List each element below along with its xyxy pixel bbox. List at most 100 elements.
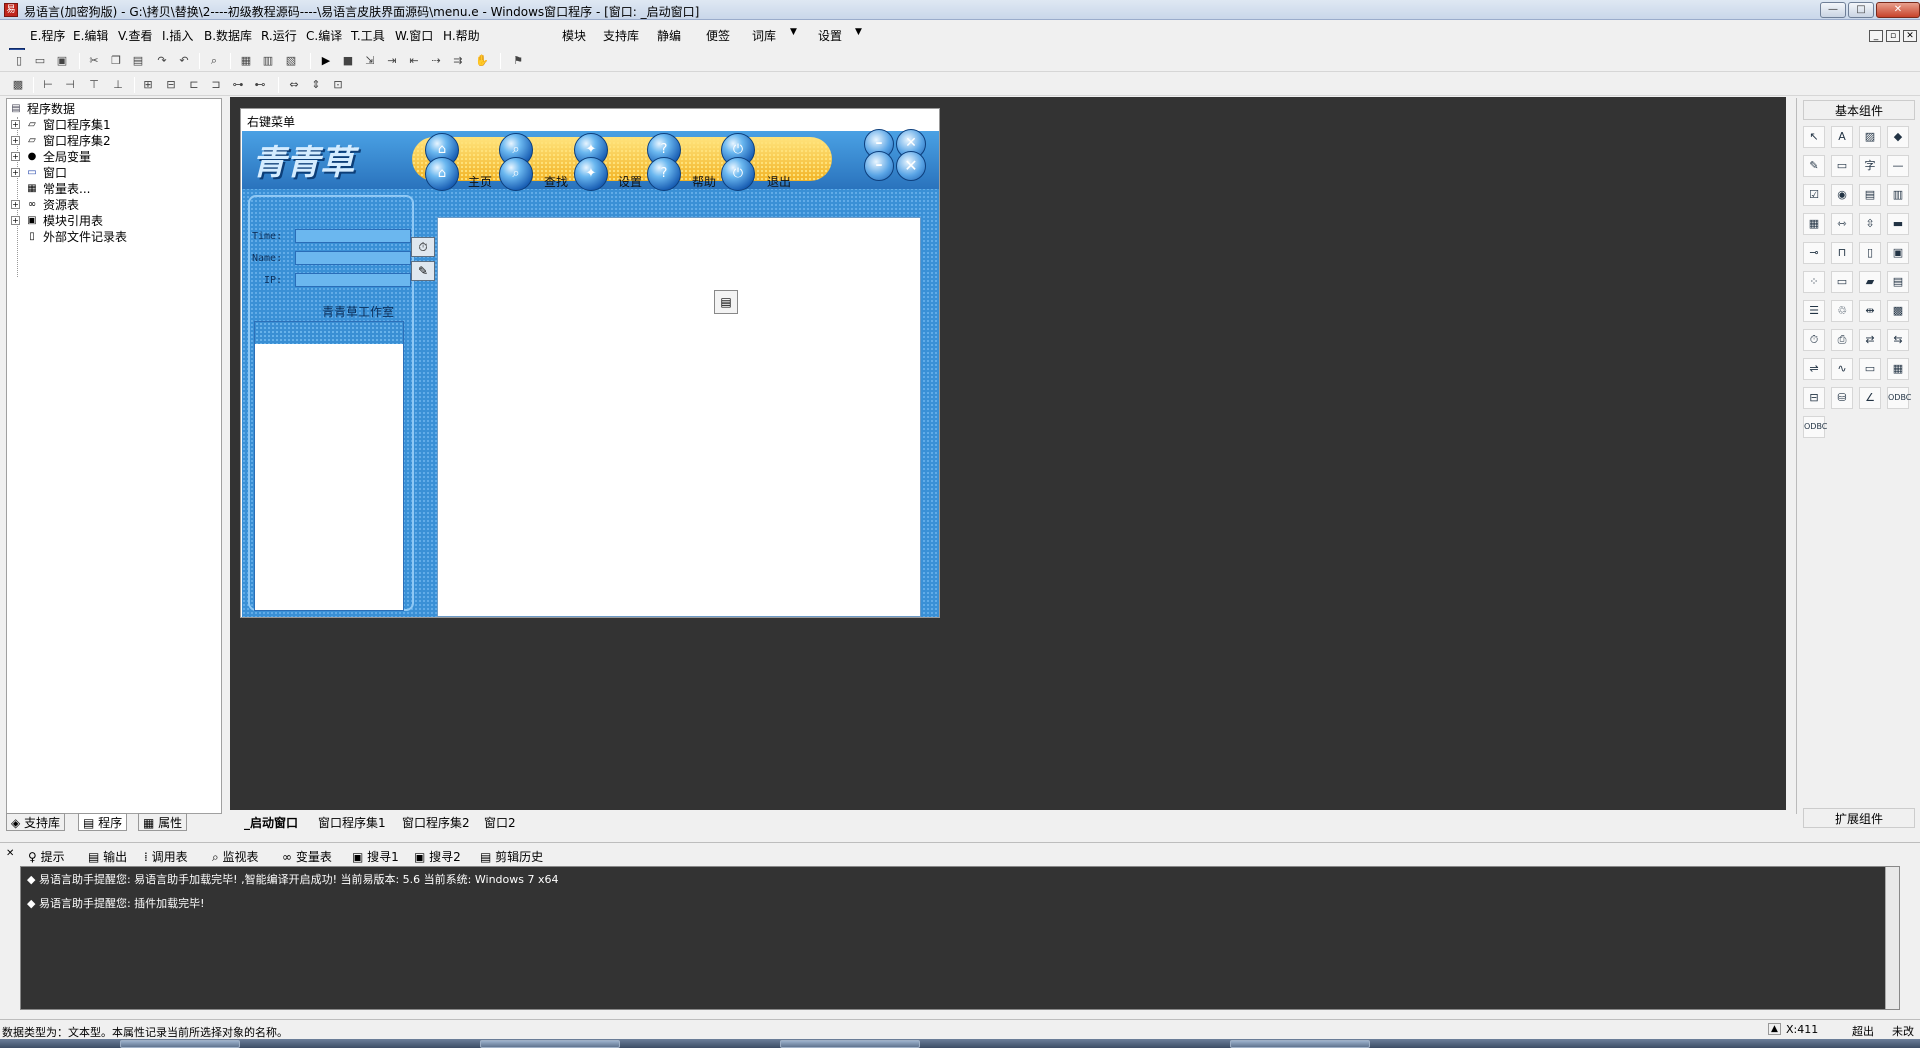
- output-close-icon[interactable]: ✕: [6, 848, 14, 864]
- component-icon[interactable]: ▤: [714, 290, 738, 314]
- chart-icon[interactable]: ∠: [1859, 387, 1881, 409]
- client-icon[interactable]: ⇄: [1859, 329, 1881, 351]
- taskbar-button[interactable]: [120, 1040, 240, 1048]
- timer-icon[interactable]: ⏱: [411, 237, 435, 257]
- tab-program[interactable]: ▤ 程序: [78, 813, 128, 831]
- stop-icon[interactable]: ■: [340, 53, 356, 69]
- output-panel[interactable]: ◆ 易语言助手提醒您: 易语言助手加载完毕! ,智能编译开启成功! 当前易版本:…: [20, 866, 1900, 1010]
- hscroll-icon[interactable]: ⇿: [1831, 213, 1853, 235]
- tab-search2[interactable]: ▣ 搜寻2: [414, 848, 461, 864]
- ip-field[interactable]: [295, 273, 411, 287]
- expand-icon[interactable]: +: [11, 152, 20, 161]
- mdi-restore-button[interactable]: ▫: [1886, 30, 1900, 42]
- h-space-icon[interactable]: ⊶: [230, 77, 246, 93]
- minimize-button[interactable]: —: [1820, 2, 1846, 18]
- center-h-icon[interactable]: ⊞: [140, 77, 156, 93]
- expand-icon[interactable]: +: [11, 120, 20, 129]
- layout2-icon[interactable]: ▥: [260, 53, 276, 69]
- tab-startup-window[interactable]: _启动窗口: [244, 814, 298, 832]
- menu-insert[interactable]: I.插入: [162, 27, 193, 44]
- tab-hint[interactable]: ♀ 提示: [28, 848, 65, 864]
- home-icon[interactable]: ⌂: [425, 157, 459, 191]
- help-icon[interactable]: ?: [647, 157, 681, 191]
- hand-icon[interactable]: ✋: [474, 53, 490, 69]
- progress-icon[interactable]: ▬: [1887, 213, 1909, 235]
- new-file-icon[interactable]: ▯: [11, 53, 27, 69]
- scroll-up-icon[interactable]: ▲: [1768, 1023, 1781, 1035]
- grid-icon[interactable]: ▩: [10, 77, 26, 93]
- toolbar-comp-icon[interactable]: ☰: [1803, 300, 1825, 322]
- db-tree-icon[interactable]: ⊟: [1803, 387, 1825, 409]
- nav-home[interactable]: 主页: [468, 173, 492, 190]
- tab-watch[interactable]: ⌕ 监视表: [212, 848, 259, 864]
- button-icon[interactable]: ▭: [1831, 271, 1853, 293]
- align-left-icon[interactable]: ⊢: [40, 77, 56, 93]
- menu-program[interactable]: E.程序: [30, 27, 65, 44]
- lexicon-dropdown-icon[interactable]: ▼: [790, 27, 797, 37]
- equal-h-icon[interactable]: ⇔: [286, 77, 302, 93]
- odbc-provider-icon[interactable]: ODBC: [1803, 416, 1827, 438]
- layout3-icon[interactable]: ▧: [283, 53, 299, 69]
- dotgrid-icon[interactable]: ⁘: [1803, 271, 1825, 293]
- v-space-icon[interactable]: ⊷: [252, 77, 268, 93]
- menu-help[interactable]: H.帮助: [443, 27, 480, 44]
- tab-variables[interactable]: ∞ 变量表: [282, 848, 332, 864]
- taskbar-button[interactable]: [780, 1040, 920, 1048]
- save-icon[interactable]: ▣: [54, 53, 70, 69]
- network-icon[interactable]: ♲: [1831, 300, 1853, 322]
- equal-size-icon[interactable]: ⊡: [330, 77, 346, 93]
- tab-assembly2[interactable]: 窗口程序集2: [402, 814, 470, 832]
- content-area[interactable]: ▤: [437, 217, 921, 617]
- menu-support-lib[interactable]: 支持库: [603, 27, 639, 44]
- same-height-icon[interactable]: ⊐: [208, 77, 224, 93]
- text-icon[interactable]: 字: [1859, 155, 1881, 177]
- pointer-icon[interactable]: ↖: [1803, 126, 1825, 148]
- tab-properties[interactable]: ▦ 属性: [138, 813, 188, 831]
- menu-tools[interactable]: T.工具: [351, 27, 385, 44]
- outline-icon[interactable]: ▦: [1887, 358, 1909, 380]
- nav-help[interactable]: 帮助: [692, 173, 716, 190]
- window-comp-icon[interactable]: ▭: [1859, 358, 1881, 380]
- port-icon[interactable]: ⇌: [1803, 358, 1825, 380]
- checkbox-icon[interactable]: ☑: [1803, 184, 1825, 206]
- nav-exit[interactable]: 退出: [767, 173, 791, 190]
- status-comp-icon[interactable]: ▩: [1887, 300, 1909, 322]
- tab-call-stack[interactable]: ⁞ 调用表: [144, 848, 188, 864]
- printer-icon[interactable]: ⎙: [1831, 329, 1853, 351]
- tab-clip-history[interactable]: ▤ 剪辑历史: [480, 848, 543, 864]
- find-icon[interactable]: ⌕: [206, 53, 222, 69]
- menu-window[interactable]: W.窗口: [395, 27, 433, 44]
- expand-icon[interactable]: +: [11, 168, 20, 177]
- maximize-button[interactable]: □: [1848, 2, 1874, 18]
- expand-icon[interactable]: +: [11, 136, 20, 145]
- step-into-icon[interactable]: ⇲: [362, 53, 378, 69]
- mdi-minimize-button[interactable]: _: [1869, 30, 1883, 42]
- redo-icon[interactable]: ↷: [154, 53, 170, 69]
- menu-compile[interactable]: C.编译: [306, 27, 342, 44]
- shape-icon[interactable]: ◆: [1887, 126, 1909, 148]
- picture-icon[interactable]: ▨: [1859, 126, 1881, 148]
- image-box-icon[interactable]: ▣: [1887, 242, 1909, 264]
- menu-settings[interactable]: 设置: [818, 27, 842, 44]
- settings-dropdown-icon[interactable]: ▼: [855, 27, 862, 37]
- nav-find[interactable]: 查找: [544, 173, 568, 190]
- menu-edit[interactable]: E.编辑: [73, 27, 108, 44]
- time-field[interactable]: [295, 229, 411, 243]
- align-right-icon[interactable]: ⊣: [62, 77, 78, 93]
- settings-icon[interactable]: ✦: [574, 157, 608, 191]
- paste-icon[interactable]: ▤: [130, 53, 146, 69]
- line-icon[interactable]: —: [1887, 155, 1909, 177]
- skin-close-button[interactable]: ✕: [896, 151, 926, 181]
- design-form[interactable]: 右键菜单 青青草 ⌂ ⌂ ⌕ ⌕ ✦ ✦ ? ? ⏻ ⏻ 主页 查找 设置 帮助…: [240, 108, 940, 618]
- radio-icon[interactable]: ◉: [1831, 184, 1853, 206]
- label-icon[interactable]: A: [1831, 126, 1853, 148]
- name-field[interactable]: [295, 251, 411, 265]
- nav-settings[interactable]: 设置: [618, 173, 642, 190]
- close-button[interactable]: ✕: [1876, 2, 1920, 18]
- server-icon[interactable]: ⇆: [1887, 329, 1909, 351]
- taskbar-button[interactable]: [1230, 1040, 1370, 1048]
- equal-v-icon[interactable]: ⇕: [308, 77, 324, 93]
- open-file-icon[interactable]: ▭: [32, 53, 48, 69]
- taskbar-button[interactable]: [480, 1040, 620, 1048]
- exit-icon[interactable]: ⏻: [721, 157, 755, 191]
